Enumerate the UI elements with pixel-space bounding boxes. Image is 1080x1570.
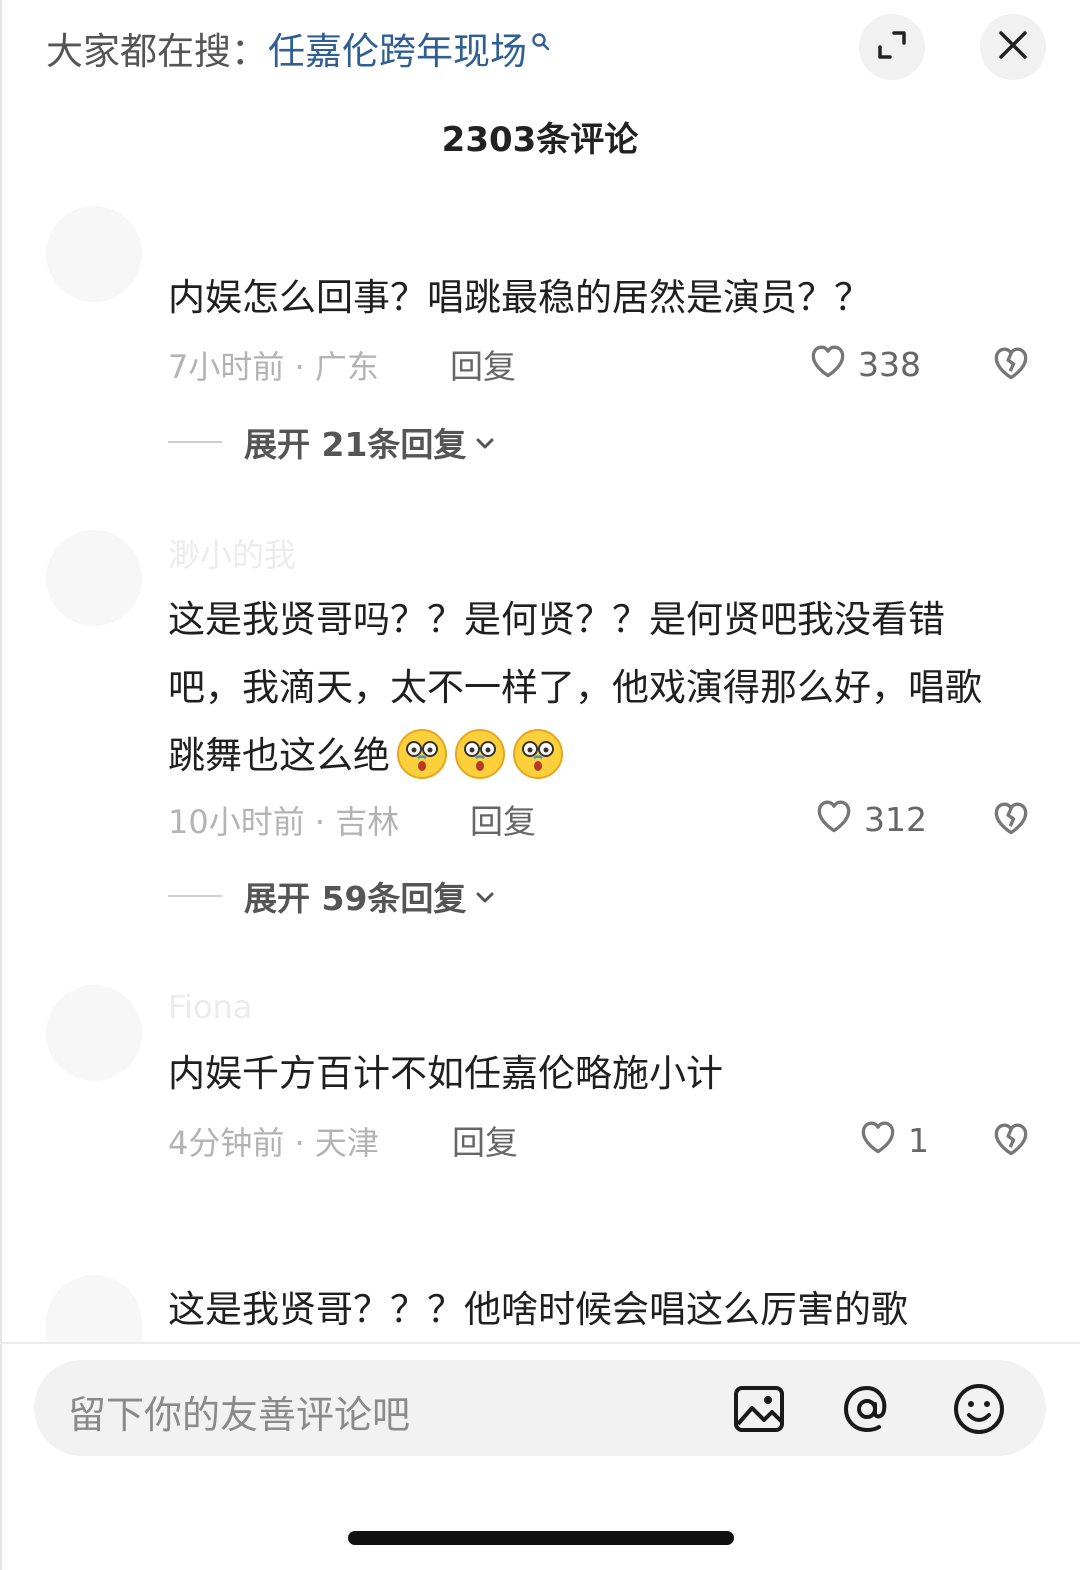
search-term-link[interactable]: 任嘉伦跨年现场: [268, 21, 527, 75]
close-button[interactable]: [980, 14, 1046, 80]
comment-text: 这是我贤哥吗？？是何贤？？是何贤吧我没看错吧，我滴天，太不一样了，他戏演得那么好…: [168, 586, 1018, 790]
like-button[interactable]: 1: [856, 1114, 929, 1166]
expand-icon: [874, 27, 910, 67]
expand-button[interactable]: [859, 14, 925, 80]
dislike-button[interactable]: [989, 340, 1033, 388]
comment-meta: 10小时前 · 吉林: [168, 803, 400, 841]
comment-meta: 7小时前 · 广东: [168, 348, 379, 386]
heart-icon: [806, 338, 858, 390]
expand-replies-button[interactable]: 展开 59条回复: [168, 872, 496, 920]
search-prefix-label: 大家都在搜：: [46, 30, 268, 73]
chevron-down-icon: [474, 877, 496, 916]
comment-text: 内娱怎么回事？唱跳最稳的居然是演员？？: [168, 276, 871, 319]
trending-search-bar[interactable]: 大家都在搜： 任嘉伦跨年现场: [46, 20, 551, 76]
home-indicator[interactable]: [348, 1531, 734, 1545]
divider: [0, 1342, 1080, 1344]
astonished-emoji-icon: [396, 728, 448, 780]
screen-edge: [0, 0, 2, 1570]
close-icon: [996, 28, 1030, 66]
heart-icon: [856, 1114, 908, 1166]
like-button[interactable]: 312: [812, 793, 927, 845]
heart-icon: [812, 793, 864, 845]
expand-replies-label: 展开 59条回复: [244, 879, 467, 918]
search-icon: [531, 18, 551, 61]
like-count: 312: [864, 799, 927, 839]
comment-input-bar[interactable]: 留下你的友善评论吧: [34, 1360, 1046, 1456]
expand-replies-button[interactable]: 展开 21条回复: [168, 418, 496, 466]
dislike-button[interactable]: [989, 1116, 1033, 1164]
avatar[interactable]: [46, 1275, 142, 1341]
like-count: 338: [858, 344, 921, 384]
divider-line: [168, 895, 222, 897]
username[interactable]: 渺小的我: [168, 530, 296, 576]
astonished-emoji-icon: [454, 728, 506, 780]
avatar[interactable]: [46, 530, 142, 626]
comment-input-placeholder[interactable]: 留下你的友善评论吧: [68, 1384, 410, 1439]
reply-button[interactable]: 回复: [470, 795, 536, 843]
comment-meta: 4分钟前 · 天津: [168, 1124, 379, 1162]
broken-heart-icon: [989, 1123, 1033, 1164]
like-count: 1: [908, 1120, 929, 1160]
reply-button[interactable]: 回复: [452, 1116, 518, 1164]
comment-text: 这是我贤哥？？？他啥时候会唱这么厉害的歌: [168, 1288, 908, 1331]
expand-replies-label: 展开 21条回复: [244, 425, 467, 464]
smiley-icon[interactable]: [952, 1382, 1006, 1436]
image-icon[interactable]: [732, 1382, 786, 1436]
dislike-button[interactable]: [989, 795, 1033, 843]
at-icon[interactable]: [840, 1382, 894, 1436]
chevron-down-icon: [474, 423, 496, 462]
avatar[interactable]: [46, 206, 142, 302]
divider-line: [168, 441, 222, 443]
username[interactable]: Fiona: [168, 988, 252, 1026]
avatar[interactable]: [46, 985, 142, 1081]
reply-button[interactable]: 回复: [450, 340, 516, 388]
broken-heart-icon: [989, 347, 1033, 388]
like-button[interactable]: 338: [806, 338, 921, 390]
comment-count-title: 2303条评论: [441, 120, 639, 160]
comment-text-body: 这是我贤哥吗？？是何贤？？是何贤吧我没看错吧，我滴天，太不一样了，他戏演得那么好…: [168, 598, 982, 777]
astonished-emoji-icon: [512, 728, 564, 780]
comment-text: 内娱千方百计不如任嘉伦略施小计: [168, 1052, 723, 1095]
broken-heart-icon: [989, 802, 1033, 843]
